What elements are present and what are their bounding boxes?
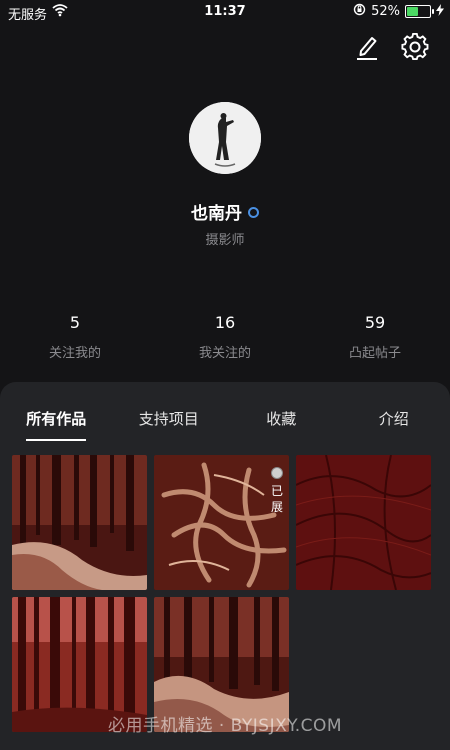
- stats-row: 5 关注我的 16 我关注的 59 凸起帖子: [0, 313, 450, 361]
- stat-following[interactable]: 16 我关注的: [150, 313, 300, 361]
- edit-profile-button[interactable]: [352, 34, 382, 64]
- battery-percent: 52%: [371, 4, 400, 19]
- stat-label: 我关注的: [198, 346, 251, 361]
- tab-all-works[interactable]: 所有作品: [0, 408, 113, 441]
- work-thumbnail-tree-bark[interactable]: [296, 455, 431, 590]
- gear-icon: [401, 33, 429, 65]
- settings-button[interactable]: [400, 33, 430, 65]
- avatar[interactable]: [189, 102, 261, 174]
- badge-char: 展: [270, 500, 283, 514]
- exhibited-badge: 已 展: [268, 467, 286, 515]
- status-dot-icon: [271, 467, 283, 479]
- profile-name: 也南丹: [191, 204, 242, 224]
- battery-icon: [405, 5, 434, 18]
- work-thumbnail-tree-roots[interactable]: 已 展: [154, 455, 289, 590]
- orientation-lock-icon: [353, 3, 366, 20]
- stat-label: 凸起帖子: [348, 346, 401, 361]
- tab-supported-projects[interactable]: 支持项目: [113, 408, 226, 441]
- stat-label: 关注我的: [48, 346, 101, 361]
- stat-posts[interactable]: 59 凸起帖子: [300, 313, 450, 361]
- pen-edit-icon: [354, 33, 380, 65]
- stat-followers[interactable]: 5 关注我的: [0, 313, 150, 361]
- tab-favorites[interactable]: 收藏: [225, 408, 338, 441]
- watermark: 必用手机精选 · BYJSJXY.COM: [107, 716, 343, 736]
- profile-tabs: 所有作品 支持项目 收藏 介绍: [0, 408, 450, 441]
- header-actions: [352, 33, 430, 65]
- profile-name-row: 也南丹: [0, 199, 450, 224]
- status-bar: 无服务 11:37 52%: [0, 0, 450, 24]
- works-panel: 所有作品 支持项目 收藏 介绍 已 展 必用手机精选 · BYJSJXY.COM: [0, 382, 450, 750]
- stat-value: 16: [214, 313, 236, 332]
- stat-value: 5: [69, 313, 81, 332]
- work-thumbnail-forest-path[interactable]: [12, 455, 147, 590]
- badge-char: 已: [270, 484, 283, 498]
- charging-icon: [436, 3, 444, 20]
- profile-role: 摄影师: [205, 233, 245, 248]
- stat-value: 59: [364, 313, 386, 332]
- verified-ring-icon: [248, 206, 259, 218]
- tab-introduction[interactable]: 介绍: [338, 408, 450, 441]
